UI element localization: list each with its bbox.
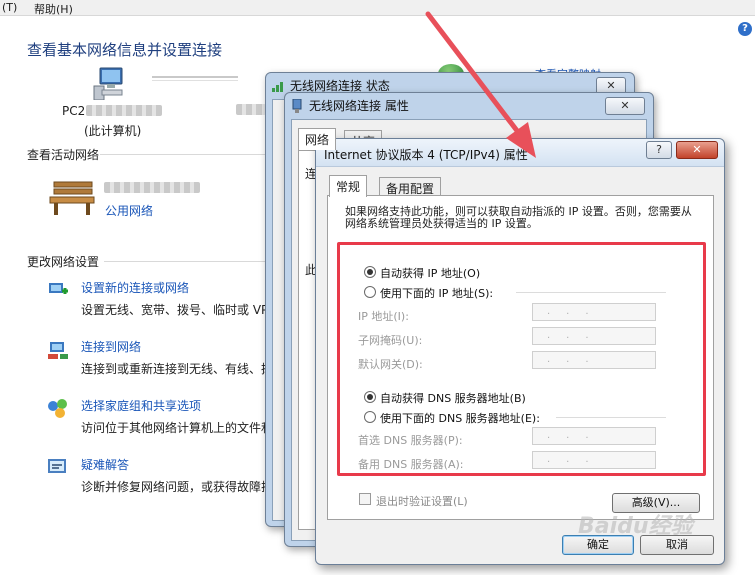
arrow-annotation: [425, 11, 536, 158]
tab-network[interactable]: 网络: [298, 128, 337, 150]
watermark: Baidu经验: [578, 514, 693, 539]
tab-general[interactable]: 常规: [329, 175, 368, 197]
